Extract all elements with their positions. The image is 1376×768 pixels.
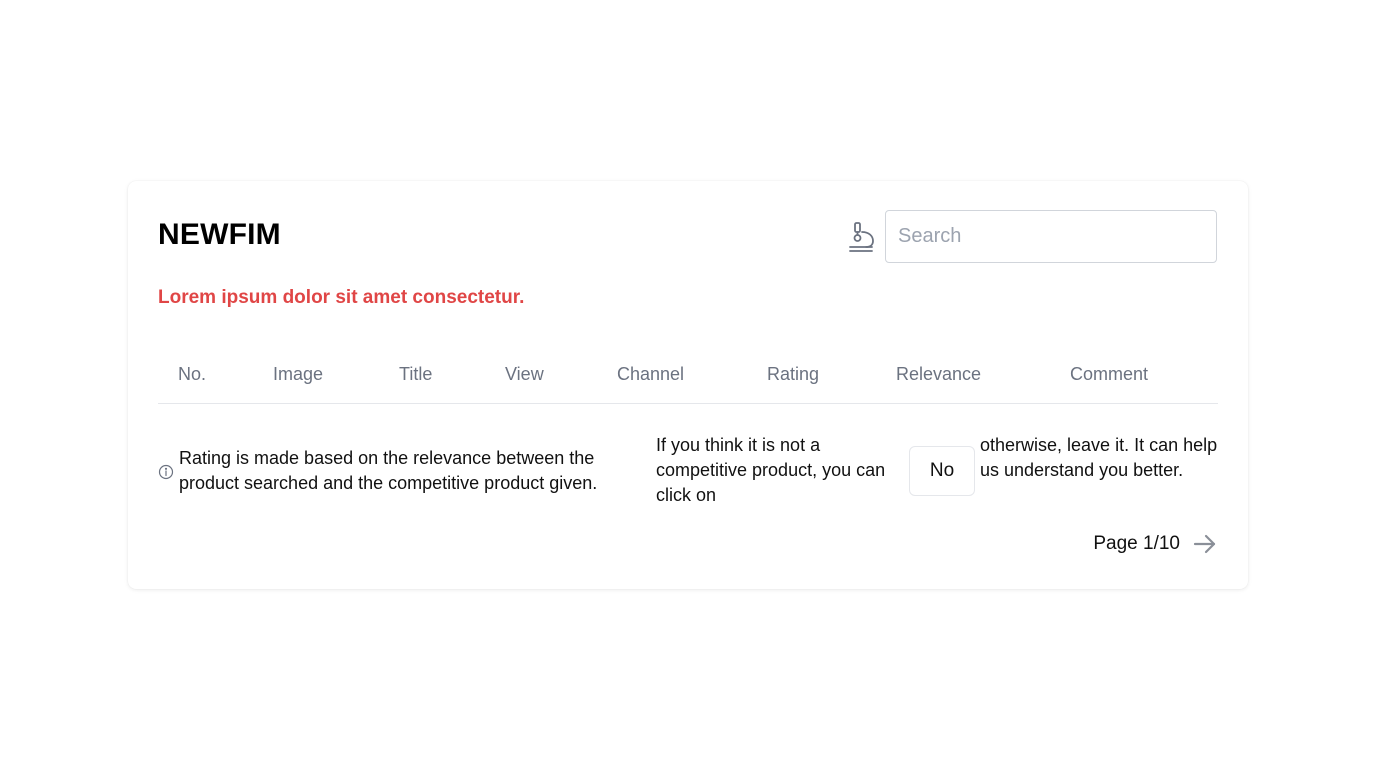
table-header: No. Image Title View Channel Rating Rele… <box>158 351 1218 404</box>
arrow-right-icon[interactable] <box>1192 531 1218 557</box>
rating-info-text: Rating is made based on the relevance be… <box>179 448 598 493</box>
page-indicator: Page 1/10 <box>1093 533 1180 554</box>
column-header-no: No. <box>178 364 207 384</box>
no-button[interactable]: No <box>909 446 975 496</box>
column-header-relevance: Relevance <box>896 364 982 384</box>
subtitle-alert: Lorem ipsum dolor sit amet consectetur. <box>158 287 525 308</box>
page-title: NEWFIM <box>158 218 281 251</box>
pagination: Page 1/10 <box>1093 530 1218 558</box>
column-header-comment: Comment <box>1070 364 1149 384</box>
column-header-view: View <box>505 364 544 384</box>
column-header-rating: Rating <box>767 364 820 384</box>
hint-text-after: otherwise, leave it. It can help us unde… <box>980 435 1218 480</box>
microscope-icon[interactable] <box>846 221 876 253</box>
column-header-title: Title <box>399 364 433 384</box>
hint-text-before: If you think it is not a competitive pro… <box>656 435 886 505</box>
info-circle-icon <box>158 464 174 480</box>
column-header-image: Image <box>273 364 324 384</box>
column-header-channel: Channel <box>617 364 685 384</box>
search-input[interactable] <box>885 210 1217 263</box>
content-card: NEWFIM Lorem ipsum dolor sit amet consec… <box>128 181 1248 589</box>
rating-info-row: Rating is made based on the relevance be… <box>158 433 1218 513</box>
